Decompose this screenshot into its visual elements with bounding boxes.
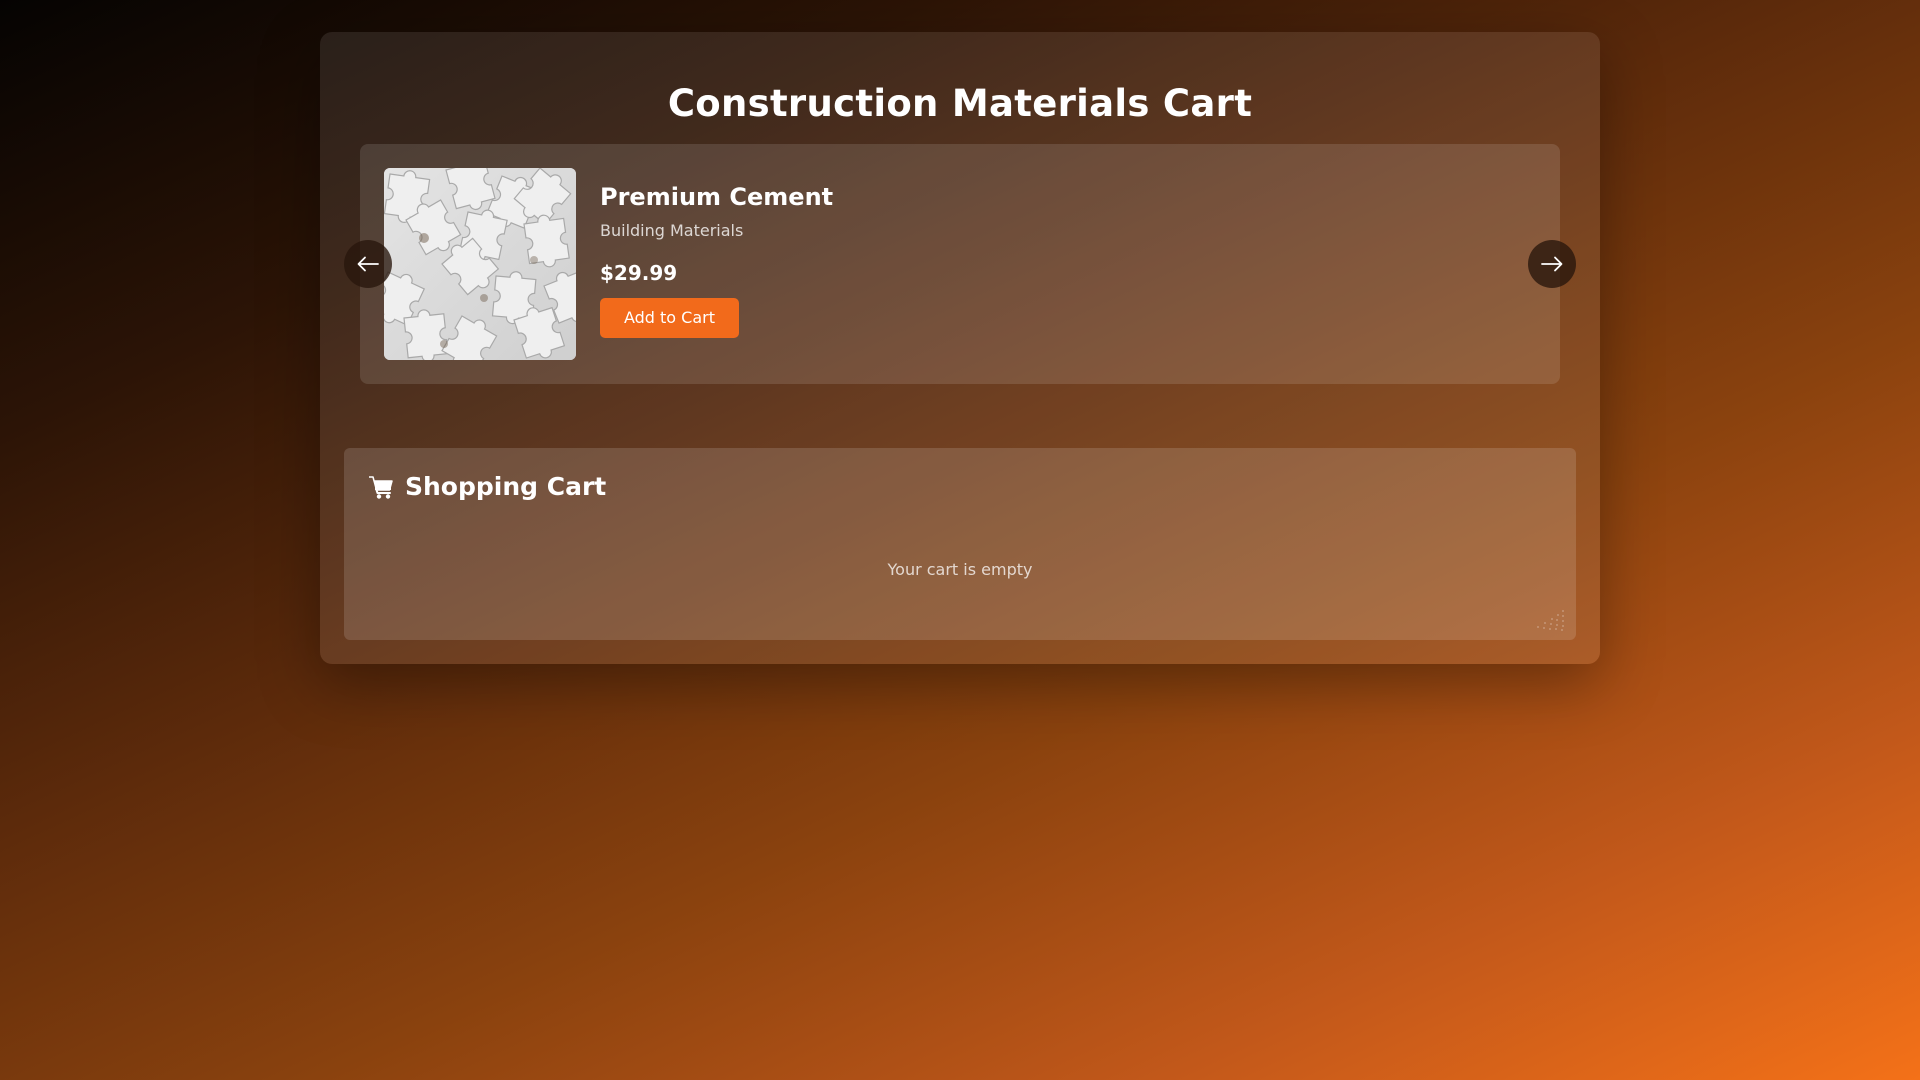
shopping-cart-panel: Shopping Cart Your cart is empty	[344, 448, 1576, 640]
shopping-cart-icon	[368, 474, 394, 500]
product-carousel: Premium Cement Building Materials $29.99…	[360, 144, 1560, 384]
carousel-prev-button[interactable]	[344, 240, 392, 288]
cart-header: Shopping Cart	[368, 470, 606, 504]
cart-empty-message: Your cart is empty	[887, 560, 1033, 579]
add-to-cart-button[interactable]: Add to Cart	[600, 298, 739, 338]
resize-grip-icon	[1537, 610, 1564, 631]
product-info: Premium Cement Building Materials $29.99…	[600, 180, 833, 338]
page-title: Construction Materials Cart	[667, 82, 1253, 125]
arrow-left-icon	[357, 256, 379, 272]
product-price: $29.99	[600, 261, 678, 285]
arrow-right-icon	[1541, 256, 1563, 272]
product-image	[384, 168, 576, 360]
cart-title: Shopping Cart	[405, 472, 607, 501]
carousel-next-button[interactable]	[1528, 240, 1576, 288]
product-category: Building Materials	[600, 221, 744, 240]
cart-app-container: Construction Materials Cart Premium Ceme…	[320, 32, 1600, 664]
product-name: Premium Cement	[600, 183, 834, 211]
